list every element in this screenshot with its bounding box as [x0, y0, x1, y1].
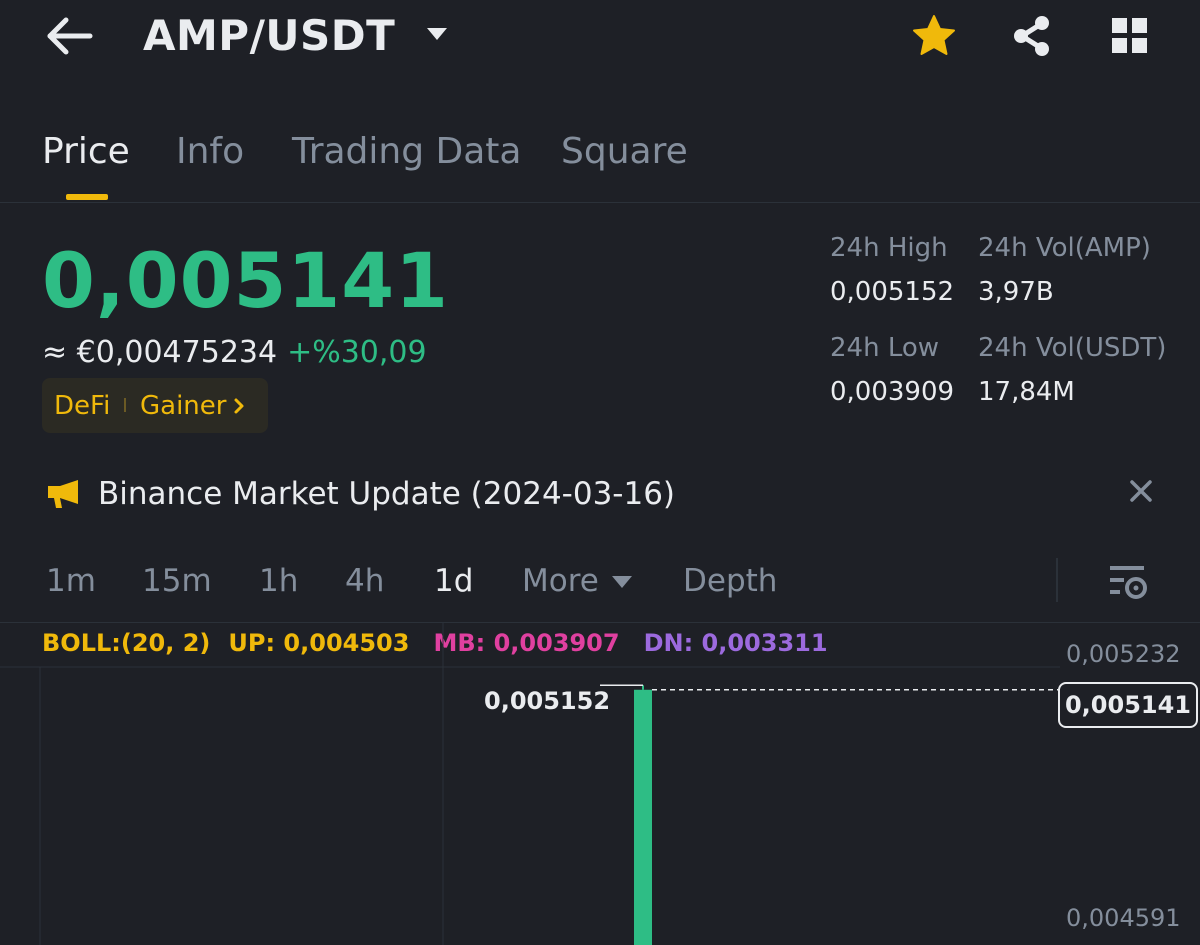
tab-price[interactable]: Price	[42, 128, 130, 176]
vol-quote-value: 17,84M	[978, 377, 1075, 407]
top-bar: AMP/USDT	[0, 0, 1200, 80]
last-price-marker-text: 0,005141	[1064, 691, 1191, 719]
vol-quote-label: 24h Vol(USDT)	[978, 333, 1167, 363]
vol-base-value: 3,97B	[978, 277, 1054, 307]
close-icon[interactable]	[1126, 476, 1156, 506]
price-chart[interactable]	[0, 622, 1200, 945]
interval-1m[interactable]: 1m	[46, 560, 96, 602]
chart-settings-icon[interactable]	[1108, 562, 1150, 602]
market-page: AMP/USDT Price Info Trading Data Square …	[0, 0, 1200, 945]
tag-gainer: Gainer	[140, 391, 227, 421]
announcement-bar[interactable]: Binance Market Update (2024-03-16)	[0, 466, 1200, 520]
interval-depth[interactable]: Depth	[683, 560, 777, 602]
high-label: 24h High	[830, 233, 948, 263]
tab-info[interactable]: Info	[176, 128, 244, 176]
y-axis-label-top: 0,005232	[1066, 640, 1181, 668]
share-icon[interactable]	[1008, 12, 1056, 60]
pair-title[interactable]: AMP/USDT	[143, 10, 395, 62]
last-price-marker[interactable]: 0,005141	[1058, 682, 1198, 728]
back-icon[interactable]	[44, 12, 96, 60]
interval-bar: 1m 15m 1h 4h 1d More Depth	[0, 556, 1200, 608]
tab-bar: Price Info Trading Data Square	[0, 122, 1200, 202]
low-label: 24h Low	[830, 333, 940, 363]
tag-separator	[124, 398, 126, 412]
vol-base-label: 24h Vol(AMP)	[978, 233, 1151, 263]
fiat-price: ≈ €0,00475234	[42, 335, 278, 370]
active-tab-indicator	[66, 194, 108, 200]
tabs-divider	[0, 202, 1200, 203]
fiat-row: ≈ €0,00475234 +%30,09	[42, 334, 427, 372]
interval-divider	[1056, 558, 1058, 602]
high-value: 0,005152	[830, 277, 955, 307]
tag-defi: DeFi	[54, 391, 111, 421]
star-icon[interactable]	[910, 12, 958, 60]
low-value: 0,003909	[830, 377, 955, 407]
interval-1d[interactable]: 1d	[434, 560, 473, 602]
last-price: 0,005141	[42, 236, 450, 325]
interval-more[interactable]: More	[522, 560, 599, 602]
grid-icon[interactable]	[1108, 14, 1152, 58]
tab-trading-data[interactable]: Trading Data	[292, 128, 521, 176]
chevron-right-icon	[232, 397, 246, 415]
change-percent: +%30,09	[287, 335, 427, 370]
interval-1h[interactable]: 1h	[259, 560, 298, 602]
y-axis-label-bottom: 0,004591	[1066, 904, 1181, 932]
interval-15m[interactable]: 15m	[142, 560, 212, 602]
interval-4h[interactable]: 4h	[345, 560, 384, 602]
caret-down-icon[interactable]	[610, 574, 634, 590]
chart-svg	[0, 622, 1060, 945]
announcement-text: Binance Market Update (2024-03-16)	[98, 476, 676, 512]
tag-chip[interactable]: DeFi Gainer	[42, 378, 268, 433]
candle-high-label: 0,005152	[484, 687, 611, 715]
candle-body	[634, 689, 652, 945]
megaphone-icon	[46, 478, 82, 510]
caret-down-icon[interactable]	[424, 24, 450, 44]
tab-square[interactable]: Square	[561, 128, 688, 176]
